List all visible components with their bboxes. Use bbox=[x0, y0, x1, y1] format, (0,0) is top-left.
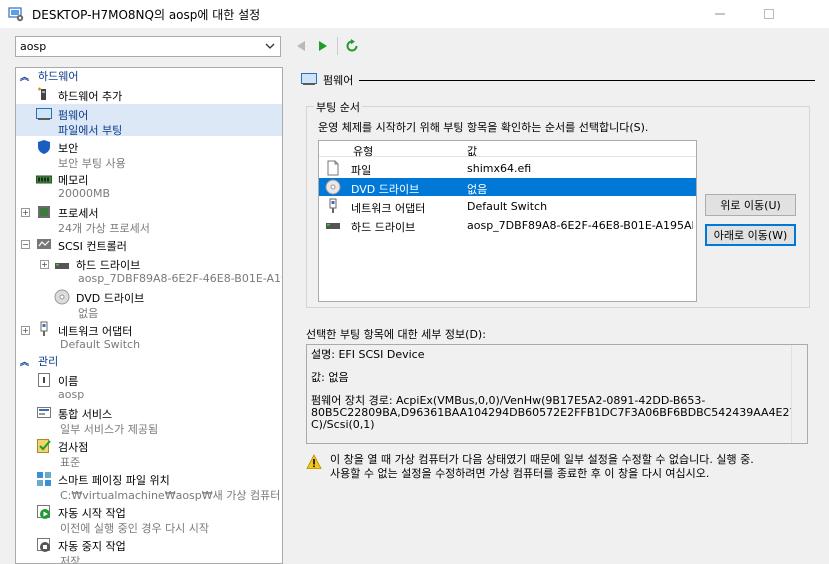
tree-item-memory[interactable]: 메모리 20000MB bbox=[16, 169, 282, 201]
move-down-button[interactable]: 아래로 이동(W) bbox=[705, 224, 796, 246]
boot-entry-file[interactable]: 파일 shimx64.efi bbox=[319, 159, 696, 177]
tree-item-automatic-start-action[interactable]: 자동 시작 작업 이전에 실행 중인 경우 다시 시작 bbox=[16, 502, 282, 535]
tree-item-network-adapter[interactable]: + 네트워크 어댑터 Default Switch bbox=[16, 320, 282, 352]
warning-icon bbox=[306, 454, 322, 469]
minimize-icon bbox=[715, 13, 725, 15]
tree-item-security[interactable]: 보안 보안 부팅 사용 bbox=[16, 137, 282, 170]
name-icon bbox=[38, 373, 50, 387]
network-adapter-icon bbox=[40, 321, 48, 336]
boot-entry-dvd-drive[interactable]: DVD 드라이브 없음 bbox=[319, 178, 696, 196]
move-up-button[interactable]: 위로 이동(U) bbox=[705, 194, 796, 216]
tree-item-dvd-drive[interactable]: DVD 드라이브 없음 bbox=[16, 287, 282, 320]
details-textbox[interactable]: 설명: EFI SCSI Device 값: 없음 펌웨어 장치 경로: Acp… bbox=[306, 344, 808, 444]
list-header: 유형 값 bbox=[319, 141, 696, 159]
expand-icon[interactable]: + bbox=[21, 326, 30, 335]
firmware-icon bbox=[301, 73, 317, 85]
firmware-heading: 펌웨어 bbox=[301, 72, 821, 88]
collapse-icon: ︽ bbox=[20, 72, 30, 83]
tree-item-smart-paging[interactable]: 스마트 페이징 파일 위치 C:₩virtualmachine₩aosp₩새 가… bbox=[16, 469, 282, 502]
hard-drive-icon bbox=[326, 223, 340, 229]
maximize-button[interactable] bbox=[746, 0, 792, 28]
warning-message: 이 창을 열 때 가상 컴퓨터가 다음 상태였기 때문에 일부 설정을 수정할 … bbox=[330, 453, 754, 480]
details-value: 값: 없음 bbox=[311, 371, 349, 384]
tree-item-checkpoints[interactable]: 검사점 표준 bbox=[16, 436, 282, 469]
settings-tree: ︽ 하드웨어 하드웨어 추가 펌웨어 파일에서 부팅 보안 보안 부팅 사용 메… bbox=[15, 67, 283, 564]
section-header-hardware[interactable]: ︽ 하드웨어 bbox=[16, 68, 282, 84]
tree-item-integration-services[interactable]: 통합 서비스 일부 서비스가 제공됨 bbox=[16, 403, 282, 436]
section-header-management[interactable]: ︽ 관리 bbox=[16, 353, 282, 369]
chevron-down-icon bbox=[265, 43, 275, 49]
maximize-icon bbox=[764, 9, 774, 19]
collapse-icon: ︽ bbox=[20, 357, 30, 368]
next-button[interactable] bbox=[314, 37, 332, 55]
boot-entry-network-adapter[interactable]: 네트워크 어댑터 Default Switch bbox=[319, 197, 696, 215]
forward-arrow-icon bbox=[319, 41, 327, 51]
collapse-icon[interactable]: − bbox=[21, 240, 30, 249]
file-icon bbox=[327, 160, 339, 176]
boot-order-instruction: 운영 체제를 시작하기 위해 부팅 항목을 확인하는 순서를 선택합니다(S). bbox=[318, 121, 649, 134]
heading-divider bbox=[359, 79, 815, 81]
tree-item-add-hardware[interactable]: 하드웨어 추가 bbox=[16, 85, 282, 103]
back-arrow-icon bbox=[297, 41, 305, 51]
dvd-icon bbox=[54, 289, 70, 305]
previous-button[interactable] bbox=[292, 37, 310, 55]
scsi-controller-icon bbox=[37, 239, 51, 249]
boot-order-list[interactable]: 유형 값 파일 shimx64.efi DVD 드라이브 없음 네트워크 어댑터… bbox=[318, 140, 697, 302]
column-header-type[interactable]: 유형 bbox=[353, 143, 373, 159]
details-scrollbar[interactable] bbox=[791, 345, 807, 443]
processor-icon bbox=[38, 206, 50, 218]
tree-item-hard-drive[interactable]: + 하드 드라이브 aosp_7DBF89A8-6E2F-46E8-B01E-A… bbox=[16, 254, 282, 286]
tree-item-name[interactable]: 이름 aosp bbox=[16, 370, 282, 402]
smart-paging-icon bbox=[37, 472, 51, 486]
details-description: 설명: EFI SCSI Device bbox=[311, 348, 425, 361]
checkpoint-icon bbox=[37, 439, 51, 453]
memory-icon bbox=[36, 175, 52, 184]
refresh-button[interactable] bbox=[343, 37, 361, 55]
refresh-icon bbox=[346, 39, 358, 52]
window-title: DESKTOP-H7MO8NQ의 aosp에 대한 설정 bbox=[32, 7, 261, 22]
details-label: 선택한 부팅 항목에 대한 세부 정보(D): bbox=[306, 328, 486, 341]
expand-icon[interactable]: + bbox=[40, 260, 49, 269]
title-bar: DESKTOP-H7MO8NQ의 aosp에 대한 설정 bbox=[0, 0, 829, 28]
boot-entry-hard-drive[interactable]: 하드 드라이브 aosp_7DBF89A8-6E2F-46E8-B01E-A19… bbox=[319, 216, 696, 234]
hard-drive-icon bbox=[55, 263, 69, 269]
auto-start-icon bbox=[37, 505, 50, 519]
firmware-icon bbox=[36, 108, 52, 120]
column-header-value[interactable]: 값 bbox=[467, 143, 477, 159]
tree-item-scsi-controller[interactable]: − SCSI 컨트롤러 bbox=[16, 235, 282, 253]
details-path-line: C)/Scsi(0,1) bbox=[311, 418, 375, 431]
tree-item-automatic-stop-action[interactable]: 자동 중지 작업 저장 bbox=[16, 535, 282, 563]
hyperv-settings-icon bbox=[8, 7, 24, 22]
details-path-line: 80B5C22809BA,D96361BAA104294DB60572E2FFB… bbox=[311, 406, 808, 419]
minimize-button[interactable] bbox=[697, 0, 743, 28]
page-title: 펌웨어 bbox=[323, 74, 354, 87]
toolbar-divider bbox=[337, 37, 338, 55]
network-adapter-icon bbox=[329, 198, 337, 213]
add-hardware-icon bbox=[38, 87, 46, 100]
vm-selector-dropdown[interactable]: aosp bbox=[15, 36, 281, 57]
vm-selector-value: aosp bbox=[20, 40, 47, 53]
dvd-icon bbox=[325, 179, 341, 195]
integration-services-icon bbox=[37, 407, 51, 418]
shield-icon bbox=[38, 140, 50, 154]
tree-item-processor[interactable]: + 프로세서 24개 가상 프로세서 bbox=[16, 202, 282, 235]
tree-item-firmware[interactable]: 펌웨어 파일에서 부팅 bbox=[16, 104, 282, 137]
boot-order-label: 부팅 순서 bbox=[314, 99, 362, 115]
auto-stop-icon bbox=[37, 538, 50, 552]
expand-icon[interactable]: + bbox=[21, 208, 30, 217]
